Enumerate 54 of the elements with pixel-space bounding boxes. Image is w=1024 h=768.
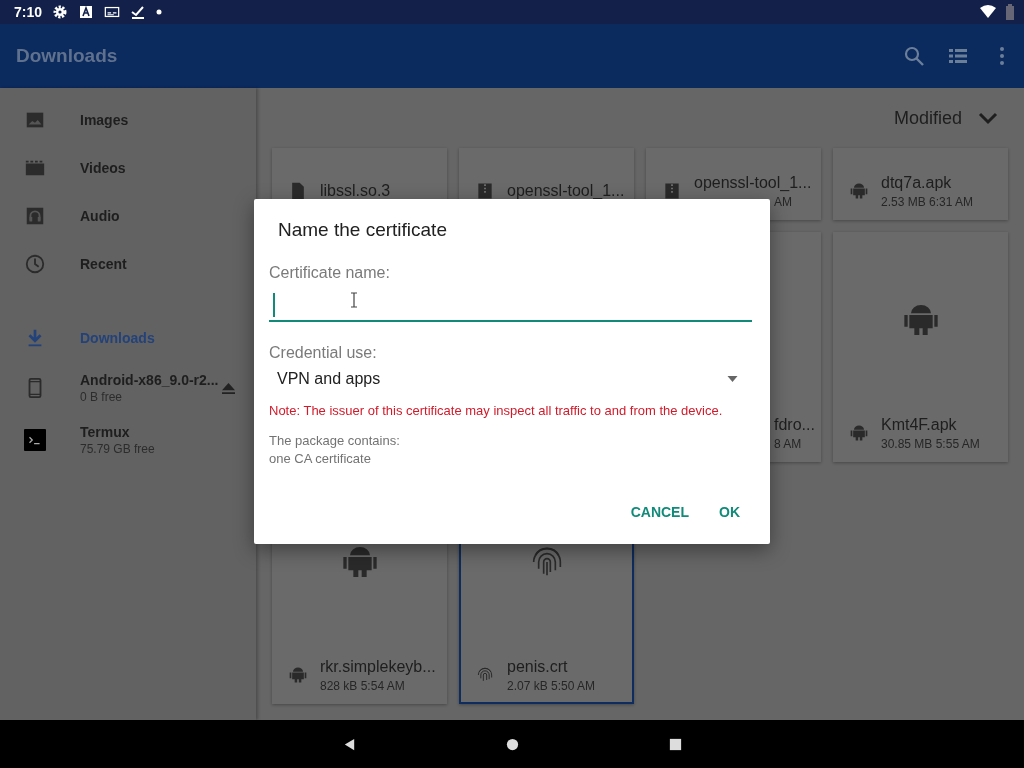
font-icon bbox=[78, 4, 95, 20]
file-name: Kmt4F.apk bbox=[881, 415, 958, 434]
search-icon[interactable] bbox=[902, 44, 926, 68]
file-name: dtq7a.apk bbox=[881, 173, 953, 192]
file-details: AM bbox=[773, 194, 793, 209]
android-icon bbox=[849, 423, 869, 443]
info-text: one CA certificate bbox=[269, 451, 372, 466]
app-title: Downloads bbox=[16, 45, 118, 67]
zip-file-icon bbox=[662, 181, 682, 201]
check-icon bbox=[130, 4, 147, 20]
mouse-pointer-icon bbox=[350, 292, 358, 308]
drawer-item[interactable]: Audio bbox=[0, 192, 256, 240]
eject-icon[interactable] bbox=[221, 381, 236, 395]
subtitles-icon bbox=[104, 4, 121, 20]
dot-icon bbox=[156, 9, 163, 15]
file-details: 2.07 kB 5:50 AM bbox=[507, 678, 596, 693]
file-name: penis.crt bbox=[507, 657, 569, 676]
warning-text: Note: The issuer of this certificate may inspect all traffic to and from the device. bbox=[269, 403, 723, 418]
zip-file-icon bbox=[475, 181, 495, 201]
dialog-title: Name the certificate bbox=[278, 219, 447, 241]
field-label: Credential use: bbox=[269, 344, 377, 362]
info-text: The package contains: bbox=[269, 433, 400, 448]
file-name: rkr.simplekeyb... bbox=[320, 657, 436, 676]
drawer-item[interactable]: Recent bbox=[0, 240, 256, 288]
wifi-icon bbox=[980, 4, 996, 20]
file-details: 30.85 MB 5:55 AM bbox=[881, 436, 980, 451]
file-card[interactable]: Kmt4F.apk 30.85 MB 5:55 AM bbox=[833, 232, 1008, 462]
gear-icon bbox=[52, 4, 69, 20]
dialog-button[interactable]: OK bbox=[707, 496, 752, 528]
file-name: openssl-tool_1... bbox=[507, 182, 625, 200]
terminal-icon bbox=[24, 429, 46, 451]
recents-icon[interactable] bbox=[667, 736, 683, 752]
caret-icon bbox=[727, 376, 738, 382]
drawer-item[interactable]: Images bbox=[0, 96, 256, 144]
recent-icon bbox=[24, 253, 46, 275]
file-card[interactable]: dtq7a.apk 2.53 MB 6:31 AM bbox=[833, 148, 1008, 220]
sort-label[interactable]: Modified bbox=[893, 107, 962, 129]
field-label: Certificate name: bbox=[269, 264, 390, 282]
file-name: fdro... bbox=[774, 415, 815, 434]
file-details: 2.53 MB 6:31 AM bbox=[881, 194, 974, 209]
drawer-item[interactable]: Downloads bbox=[0, 314, 256, 362]
drawer-item[interactable]: Videos bbox=[0, 144, 256, 192]
file-details: 828 kB 5:54 AM bbox=[320, 678, 406, 693]
file-name: openssl-tool_1... bbox=[694, 173, 812, 192]
android-icon bbox=[288, 665, 308, 685]
home-icon[interactable] bbox=[504, 736, 520, 752]
file-name: libssl.so.3 bbox=[320, 182, 391, 200]
audio-icon bbox=[24, 205, 46, 227]
file-details: 8 AM bbox=[774, 436, 803, 451]
credential-use-dropdown[interactable]: VPN and apps bbox=[269, 364, 752, 394]
battery-icon bbox=[1006, 4, 1014, 20]
text-caret bbox=[273, 293, 275, 317]
clock: 7:10 bbox=[14, 4, 43, 20]
android-icon bbox=[849, 181, 869, 201]
